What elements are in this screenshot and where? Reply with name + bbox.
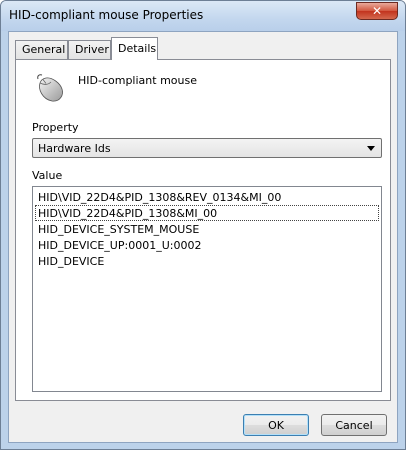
list-item[interactable]: HID\VID_22D4&PID_1308&REV_0134&MI_00 bbox=[35, 189, 379, 205]
mouse-icon bbox=[37, 74, 63, 102]
list-item-selected[interactable]: HID\VID_22D4&PID_1308&MI_00 bbox=[35, 205, 379, 221]
property-dropdown-value: Hardware Ids bbox=[38, 142, 111, 155]
value-label: Value bbox=[32, 169, 63, 182]
list-item[interactable]: HID_DEVICE_UP:0001_U:0002 bbox=[35, 237, 379, 253]
close-button[interactable]: ✕ bbox=[356, 2, 398, 20]
property-label: Property bbox=[32, 121, 79, 134]
tab-details[interactable]: Details bbox=[111, 37, 158, 60]
properties-window: HID-compliant mouse Properties ✕ General… bbox=[0, 0, 406, 450]
cancel-button[interactable]: Cancel bbox=[321, 414, 387, 436]
tab-details-label: Details bbox=[118, 42, 157, 55]
list-item[interactable]: HID_DEVICE bbox=[35, 253, 379, 269]
title-bar[interactable]: HID-compliant mouse Properties ✕ bbox=[1, 1, 405, 31]
tab-driver[interactable]: Driver bbox=[68, 40, 111, 59]
property-dropdown[interactable]: Hardware Ids bbox=[32, 138, 382, 158]
cancel-button-label: Cancel bbox=[335, 418, 373, 432]
chevron-down-icon bbox=[367, 146, 375, 151]
ok-button-label: OK bbox=[268, 418, 284, 432]
ok-button[interactable]: OK bbox=[243, 414, 309, 436]
details-panel: HID-compliant mouse Property Hardware Id… bbox=[15, 59, 391, 401]
dialog-client: General Driver Details HID-compliant mou… bbox=[8, 31, 398, 443]
value-listbox[interactable]: HID\VID_22D4&PID_1308&REV_0134&MI_00 HID… bbox=[32, 186, 382, 392]
tab-general[interactable]: General bbox=[15, 40, 68, 59]
window-title: HID-compliant mouse Properties bbox=[9, 8, 204, 22]
device-name: HID-compliant mouse bbox=[78, 74, 197, 87]
close-icon: ✕ bbox=[371, 4, 383, 18]
tab-driver-label: Driver bbox=[75, 43, 109, 56]
tab-general-label: General bbox=[22, 43, 66, 56]
list-item[interactable]: HID_DEVICE_SYSTEM_MOUSE bbox=[35, 221, 379, 237]
